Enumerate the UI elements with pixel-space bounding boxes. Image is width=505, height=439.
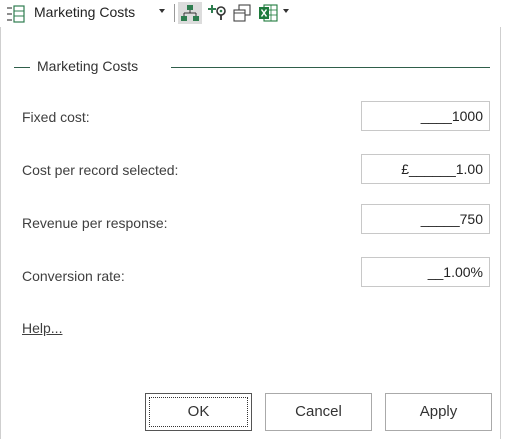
chevron-down-icon[interactable] [282, 8, 290, 14]
apply-button[interactable]: Apply [385, 393, 492, 431]
window-edge [501, 27, 505, 439]
apply-button-label: Apply [419, 403, 458, 420]
cancel-button[interactable]: Cancel [265, 393, 372, 431]
marketing-costs-dialog: Marketing Costs Fixed cost: ____1000 Cos… [0, 27, 501, 439]
revenue-per-response-label: Revenue per response: [22, 215, 168, 231]
toolbar-title[interactable]: Marketing Costs [34, 4, 135, 20]
tree-hierarchy-icon[interactable] [181, 4, 199, 22]
section-rule-right [171, 67, 490, 68]
chevron-down-icon[interactable] [158, 8, 166, 14]
conversion-rate-field[interactable]: __1.00% [361, 257, 490, 287]
fixed-cost-label: Fixed cost: [22, 109, 90, 125]
section-title: Marketing Costs [37, 58, 139, 74]
toolbar: Marketing Costs [0, 0, 505, 28]
fixed-cost-field[interactable]: ____1000 [361, 101, 490, 131]
ok-button-label: OK [187, 403, 210, 420]
copy-window-icon[interactable] [233, 4, 251, 22]
add-query-icon[interactable] [208, 4, 228, 22]
cost-per-record-field[interactable]: £______1.00 [361, 154, 490, 184]
help-link[interactable]: Help... [22, 320, 62, 336]
panel-list-icon[interactable] [6, 5, 26, 23]
excel-export-icon[interactable] [259, 4, 279, 22]
conversion-rate-label: Conversion rate: [22, 268, 125, 284]
ok-button[interactable]: OK [145, 393, 252, 431]
revenue-per-response-field[interactable]: _____750 [361, 204, 490, 234]
toolbar-separator [174, 4, 175, 22]
cost-per-record-label: Cost per record selected: [22, 162, 179, 178]
cancel-button-label: Cancel [295, 403, 342, 420]
section-rule-left [14, 67, 30, 68]
